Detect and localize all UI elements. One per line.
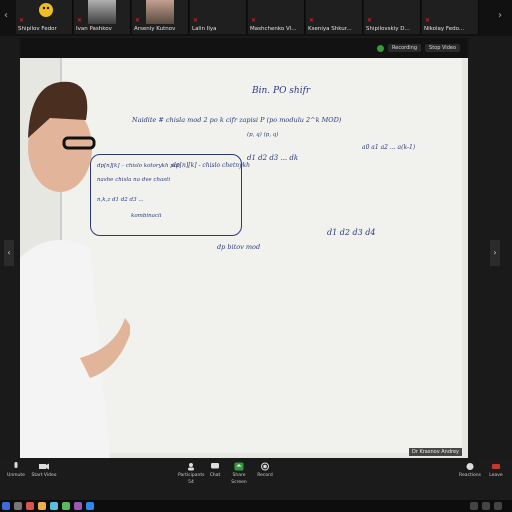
chat-label: Chat (209, 473, 221, 478)
board-line-1: Naidite # chisla mod 2 po k cifr zapisi … (132, 116, 342, 124)
muted-mic-icon: ✕ (77, 17, 83, 24)
muted-mic-icon: ✕ (135, 17, 141, 24)
share-screen-icon (234, 462, 244, 471)
mic-icon (14, 462, 18, 468)
participant-strip: ‹ ✕ Shipilov Fedor ✕ Ivan Pashkov ✕ Arse… (0, 0, 512, 36)
participant-name: Shipilovskiy D... (366, 26, 410, 32)
presenter-video (20, 81, 130, 458)
leave-button[interactable]: Leave (484, 462, 508, 479)
participant-video (88, 0, 116, 24)
taskbar-app-icon[interactable] (14, 502, 22, 510)
muted-mic-icon: ✕ (193, 17, 199, 24)
camera-icon (39, 463, 49, 470)
taskbar-app-icon[interactable] (62, 502, 70, 510)
record-dot-icon (377, 44, 385, 52)
board-line-2: (p, q) (p, q) (247, 132, 279, 138)
taskbar-app-icon[interactable] (50, 502, 58, 510)
start-video-button[interactable]: Start Video (30, 462, 58, 479)
recording-label: Recording (388, 44, 422, 52)
participant-tile[interactable]: ✕ Arseniy Kutnov (132, 0, 189, 34)
recording-indicator: Recording Stop Video (377, 42, 460, 54)
participant-name: Ivan Pashkov (76, 26, 112, 32)
leave-icon (492, 464, 500, 469)
system-tray-icon[interactable] (494, 502, 502, 510)
reactions-label: Reactions (459, 473, 481, 478)
taskbar-app-icon[interactable] (26, 502, 34, 510)
participants-button[interactable]: Participants 54 (178, 462, 204, 486)
participant-tile[interactable]: ✕ Kseniya Shkur... (306, 0, 363, 34)
participant-name: Lalin Ilya (192, 26, 217, 32)
board-eq-right: a0 a1 a2 ... a(k-1) (362, 144, 416, 151)
participant-name: Mashchenko Vl... (250, 26, 297, 32)
participants-label: Participants (178, 473, 205, 478)
boxed-line-4: kombinacii (131, 213, 162, 219)
shared-screen: Recording Stop Video Bin. PO shifr Naidi… (20, 38, 468, 458)
participant-name: Arseniy Kutnov (134, 26, 176, 32)
record-button[interactable]: Record (254, 462, 276, 479)
participant-name: Kseniya Shkur... (308, 26, 352, 32)
strip-right-arrow-icon[interactable]: › (498, 10, 502, 21)
board-under: dp bitov mod (217, 243, 261, 251)
participant-video (146, 0, 174, 24)
unmute-label: Unmute (7, 473, 25, 478)
muted-mic-icon: ✕ (19, 17, 25, 24)
share-screen-button[interactable]: Share Screen (226, 462, 252, 486)
duck-avatar-icon (39, 3, 53, 17)
taskbar-app-icon[interactable] (74, 502, 82, 510)
record-icon (261, 462, 269, 471)
record-label: Record (257, 473, 273, 478)
board-seq-1: d1 d2 d3 ... dk (247, 154, 299, 162)
participants-icon (188, 463, 194, 471)
os-taskbar (0, 500, 512, 512)
reactions-icon (466, 463, 474, 470)
leave-label: Leave (489, 473, 503, 478)
chat-icon (211, 463, 219, 469)
participant-tile[interactable]: ✕ Shipilov Fedor (16, 0, 73, 34)
share-right-arrow[interactable]: › (490, 240, 500, 266)
participant-tile[interactable]: ✕ Ivan Pashkov (74, 0, 131, 34)
participant-tile[interactable]: ✕ Lalin Ilya (190, 0, 247, 34)
presenter-caption: Dr Krasnov Andrey (408, 448, 462, 456)
share-left-arrow[interactable]: ‹ (4, 240, 14, 266)
share-screen-label: Share Screen (231, 473, 247, 485)
participant-tile[interactable]: ✕ Nikolay Fedo... (422, 0, 479, 34)
share-top-bar: Recording Stop Video (20, 38, 468, 58)
unmute-button[interactable]: Unmute (4, 462, 28, 479)
board-title: Bin. PO shifr (252, 86, 311, 96)
stop-video-button[interactable]: Stop Video (425, 44, 460, 52)
participant-name: Nikolay Fedo... (424, 26, 465, 32)
start-video-label: Start Video (31, 473, 57, 478)
chat-button[interactable]: Chat (206, 462, 224, 479)
system-tray-icon[interactable] (470, 502, 478, 510)
participant-name: Shipilov Fedor (18, 26, 57, 32)
muted-mic-icon: ✕ (251, 17, 257, 24)
participants-count: 54 (188, 480, 194, 485)
muted-mic-icon: ✕ (425, 17, 431, 24)
system-tray-icon[interactable] (482, 502, 490, 510)
strip-left-arrow-icon[interactable]: ‹ (4, 10, 8, 21)
muted-mic-icon: ✕ (367, 17, 373, 24)
meeting-toolbar: Unmute Start Video Participants 54 Chat … (0, 460, 512, 500)
muted-mic-icon: ✕ (309, 17, 315, 24)
taskbar-app-icon[interactable] (38, 502, 46, 510)
zoom-taskbar-icon[interactable] (86, 502, 94, 510)
reactions-button[interactable]: Reactions (458, 462, 482, 479)
participant-tile[interactable]: ✕ Mashchenko Vl... (248, 0, 305, 34)
board-seq-2: d1 d2 d3 d4 (327, 228, 376, 237)
start-menu-icon[interactable] (2, 502, 10, 510)
participant-tile[interactable]: ✕ Shipilovskiy D... (364, 0, 421, 34)
